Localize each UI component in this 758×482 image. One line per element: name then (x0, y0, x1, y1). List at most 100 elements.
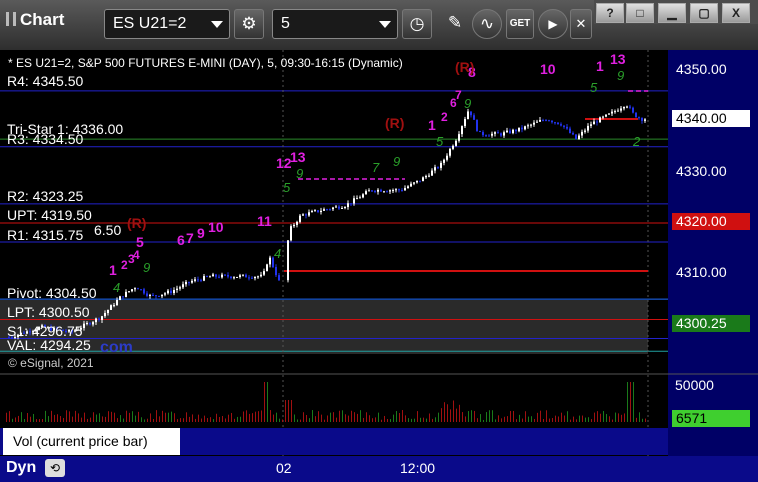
volume-bar (129, 412, 130, 422)
close-window-icon[interactable]: X (722, 3, 750, 23)
price-bar (155, 295, 157, 297)
price-bar (362, 194, 364, 198)
price-bar (425, 175, 427, 178)
volume-bar (270, 410, 271, 422)
play-icon[interactable]: ▶ (538, 9, 568, 39)
interval-selector[interactable]: 5 (272, 9, 398, 39)
pencil-icon[interactable]: ✎ (440, 9, 470, 39)
price-bar (416, 180, 418, 183)
close-icon[interactable]: × (170, 430, 178, 445)
setup-label: 9 (464, 96, 472, 111)
price-bar (563, 125, 565, 127)
price-bar (116, 300, 118, 306)
y-tick: 4350.00 (676, 61, 727, 77)
volume-bar (354, 412, 355, 422)
volume-bar (273, 414, 274, 422)
volume-bar (345, 414, 346, 422)
price-bar (167, 290, 169, 294)
volume-bar (225, 418, 226, 422)
setup-label: 7 (372, 160, 380, 175)
plot-area[interactable] (0, 50, 668, 456)
volume-bar (357, 413, 358, 422)
volume-bar (636, 417, 637, 422)
price-bar (551, 120, 553, 123)
count-label: 4 (133, 248, 140, 262)
price-bar (182, 284, 184, 288)
volume-bar (453, 400, 454, 422)
volume-bar (189, 416, 190, 422)
price-bar (302, 214, 304, 216)
volume-bar (507, 416, 508, 422)
volume-bar (93, 412, 94, 422)
setup-label: 9 (617, 68, 625, 83)
volume-bar (561, 412, 562, 422)
count-label: 1 (109, 262, 117, 278)
volume-bar (615, 412, 616, 422)
count-label: 9 (197, 225, 205, 241)
volume-bar (603, 411, 604, 422)
restore-icon[interactable]: □ (626, 3, 654, 23)
volume-bar (90, 417, 91, 422)
price-bar (332, 207, 334, 210)
volume-bar (531, 416, 532, 422)
dynamic-label[interactable]: Dyn (6, 459, 36, 477)
price-bar (542, 120, 544, 122)
price-bar (248, 277, 250, 279)
price-bar (140, 289, 142, 291)
price-bar (569, 128, 571, 134)
price-bar (122, 296, 124, 298)
price-bar (110, 305, 112, 310)
price-bar (254, 276, 256, 279)
volume-bar (483, 419, 484, 422)
volume-bar (72, 416, 73, 422)
volume-bar (312, 410, 313, 422)
volume-bar (285, 400, 286, 422)
price-bar (500, 133, 502, 136)
price-bar (422, 177, 424, 182)
price-bar (377, 189, 379, 192)
volume-bar (15, 417, 16, 422)
price-bar (428, 175, 430, 177)
volume-bar (159, 416, 160, 422)
volume-bar (432, 418, 433, 422)
get-icon[interactable]: GET (506, 9, 534, 39)
window-title[interactable]: Chart (6, 10, 64, 30)
price-bar (353, 198, 355, 204)
price-bar (518, 127, 520, 132)
close-icon[interactable]: ✕ (570, 9, 592, 39)
price-chart[interactable] (0, 50, 758, 456)
x-tick: 12:00 (400, 460, 436, 476)
chart-curve-icon[interactable]: ∿ (472, 9, 502, 39)
clock-icon[interactable]: ◷ (402, 9, 432, 39)
maximize-icon[interactable]: ▢ (690, 3, 718, 23)
volume-study-label[interactable]: Vol (current price bar) (3, 428, 180, 455)
price-bar (419, 180, 421, 182)
price-bar (179, 287, 181, 289)
dynamic-icon[interactable]: ⟲ (45, 459, 65, 477)
price-bar (566, 126, 568, 129)
drag-grip-icon[interactable] (6, 12, 16, 26)
current-price-marker: 4340.00 (672, 110, 750, 127)
volume-bar (417, 411, 418, 422)
volume-bar (207, 418, 208, 422)
price-bar (443, 159, 445, 163)
price-bar (269, 257, 271, 265)
price-bar (530, 124, 532, 126)
volume-bar (462, 412, 463, 422)
price-bar (173, 290, 175, 294)
volume-bar (174, 413, 175, 422)
minimize-icon[interactable]: ▁ (658, 3, 686, 23)
volume-bar (606, 414, 607, 422)
settings-gear-icon[interactable]: ⚙ (234, 9, 264, 39)
count-label: 2 (441, 110, 448, 124)
help-icon[interactable]: ? (596, 3, 624, 23)
volume-bar (459, 404, 460, 422)
volume-bar (123, 418, 124, 422)
symbol-selector[interactable]: ES U21=2 (104, 9, 230, 39)
level-label-val: VAL: 4294.25 (7, 337, 91, 353)
time-axis (0, 456, 758, 482)
volume-bar (360, 410, 361, 422)
volume-bar (300, 419, 301, 422)
volume-bar (78, 413, 79, 422)
volume-bar (297, 419, 298, 422)
